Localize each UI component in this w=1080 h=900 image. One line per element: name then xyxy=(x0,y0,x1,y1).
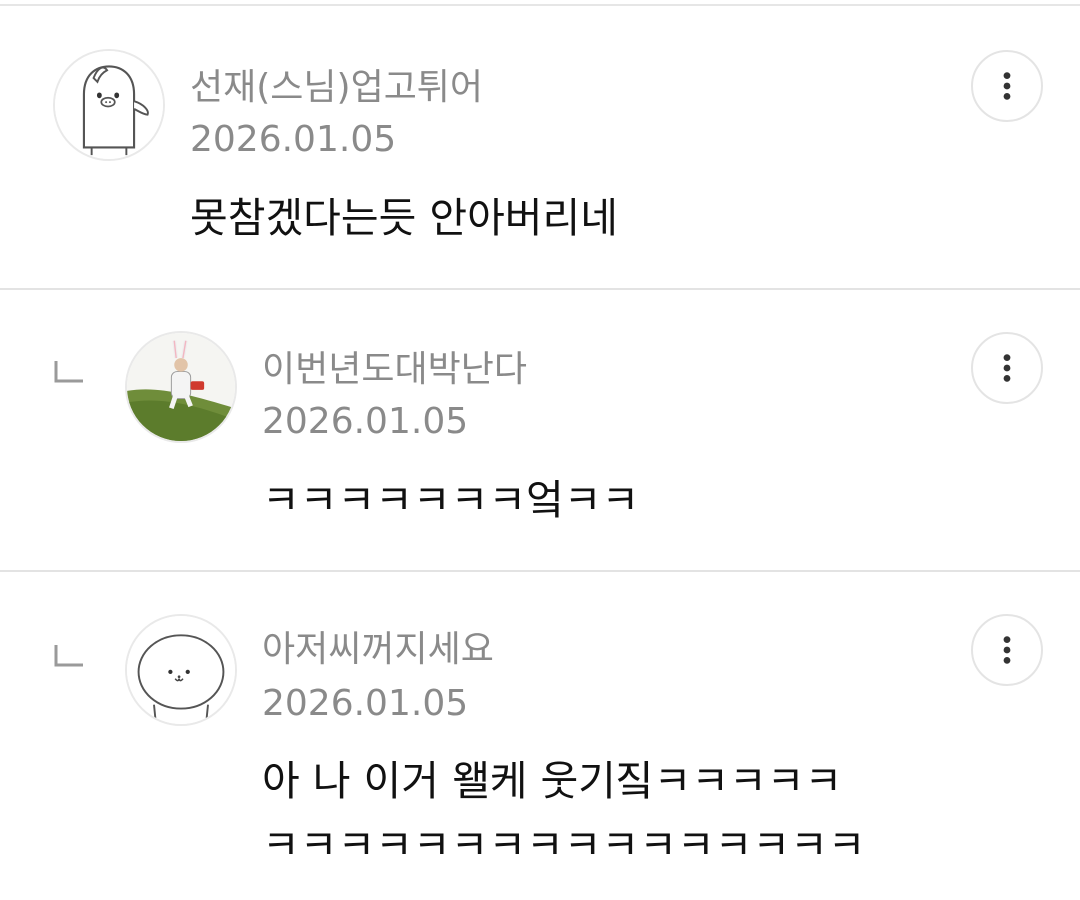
more-options-button[interactable] xyxy=(971,50,1043,122)
comment-username[interactable]: 선재(스님)업고튀어 xyxy=(190,66,483,110)
more-options-button[interactable] xyxy=(971,614,1043,686)
comment-date: 2026.01.05 xyxy=(262,683,469,724)
comment-username[interactable]: 이번년도대박난다 xyxy=(262,348,527,392)
comment-reply-item: 아저씨꺼지세요 2026.01.05 아 나 이거 왤케 웃기짘ㅋㅋㅋㅋㅋ ㅋㅋ… xyxy=(0,572,1080,900)
comment-reply-item: 이번년도대박난다 2026.01.05 ㅋㅋㅋㅋㅋㅋㅋ엌ㅋㅋ xyxy=(0,290,1080,572)
reply-arrow-icon xyxy=(53,360,85,384)
comment-item: 선재(스님)업고튀어 2026.01.05 못참겠다는듯 안아버리네 xyxy=(0,0,1080,290)
comment-username[interactable]: 아저씨꺼지세요 xyxy=(262,628,494,672)
more-vertical-icon xyxy=(1003,636,1011,664)
comment-text-line-2: ㅋㅋㅋㅋㅋㅋㅋㅋㅋㅋㅋㅋㅋㅋㅋㅋ xyxy=(262,821,866,869)
comment-text: 못참겠다는듯 안아버리네 xyxy=(190,194,618,242)
comment-text: ㅋㅋㅋㅋㅋㅋㅋ엌ㅋㅋ xyxy=(262,476,640,524)
seal-character-icon xyxy=(127,616,235,724)
comment-text-line-1: 아 나 이거 왤케 웃기짘ㅋㅋㅋㅋㅋ xyxy=(262,757,843,805)
avatar[interactable] xyxy=(53,49,165,161)
comment-date: 2026.01.05 xyxy=(190,119,397,160)
more-options-button[interactable] xyxy=(971,332,1043,404)
comment-date: 2026.01.05 xyxy=(262,401,469,442)
more-vertical-icon xyxy=(1003,354,1011,382)
reply-arrow-icon xyxy=(53,644,85,668)
profile-photo xyxy=(127,333,235,441)
avatar[interactable] xyxy=(125,331,237,443)
penguin-character-icon xyxy=(55,51,163,159)
avatar[interactable] xyxy=(125,614,237,726)
more-vertical-icon xyxy=(1003,72,1011,100)
